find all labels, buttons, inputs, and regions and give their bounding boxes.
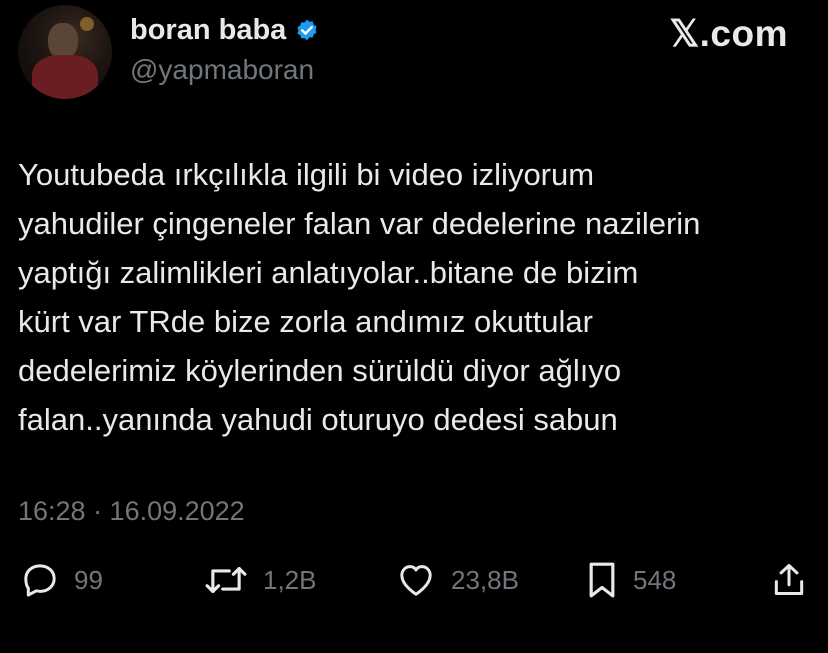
- retweet-count: 1,2B: [263, 564, 317, 595]
- tweet-line: dedelerimiz köylerinden sürüldü diyor ağ…: [18, 353, 622, 388]
- heart-icon: [395, 560, 437, 600]
- user-handle[interactable]: @yapmaboran: [130, 54, 314, 86]
- x-logo: 𝕏.com: [669, 13, 788, 54]
- tweet-line: falan..yanında yahudi oturuyo dedesi sab…: [18, 402, 618, 437]
- avatar[interactable]: [18, 5, 112, 99]
- like-count: 23,8B: [451, 564, 519, 595]
- bookmark-button[interactable]: 548: [585, 560, 676, 600]
- retweet-icon: [203, 560, 249, 600]
- verified-badge-icon: [294, 18, 320, 44]
- avatar-body: [32, 55, 98, 99]
- tweet-line: Youtubeda ırkçılıkla ilgili bi video izl…: [18, 157, 595, 192]
- like-button[interactable]: 23,8B: [395, 560, 519, 600]
- author-name-row: boran baba: [130, 14, 320, 47]
- reply-count: 99: [74, 564, 103, 595]
- reply-button[interactable]: 99: [20, 560, 103, 600]
- bookmark-icon: [585, 560, 619, 600]
- display-name[interactable]: boran baba: [130, 14, 286, 47]
- reply-icon: [20, 560, 60, 600]
- share-icon: [770, 560, 808, 600]
- avatar-background-light: [80, 17, 94, 31]
- retweet-button[interactable]: 1,2B: [203, 560, 317, 600]
- avatar-head: [48, 23, 78, 59]
- action-bar: 99 1,2B 23,8B 548: [0, 560, 828, 610]
- tweet-timestamp[interactable]: 16:28 · 16.09.2022: [18, 496, 245, 527]
- tweet-line: yahudiler çingeneler falan var dedelerin…: [18, 206, 701, 241]
- share-button[interactable]: [770, 560, 808, 600]
- tweet-line: kürt var TRde bize zorla andımız okuttul…: [18, 304, 593, 339]
- bookmark-count: 548: [633, 564, 677, 595]
- tweet-text: Youtubeda ırkçılıkla ilgili bi video izl…: [18, 150, 818, 444]
- tweet-line: yaptığı zalimlikleri anlatıyolar..bitane…: [18, 255, 639, 290]
